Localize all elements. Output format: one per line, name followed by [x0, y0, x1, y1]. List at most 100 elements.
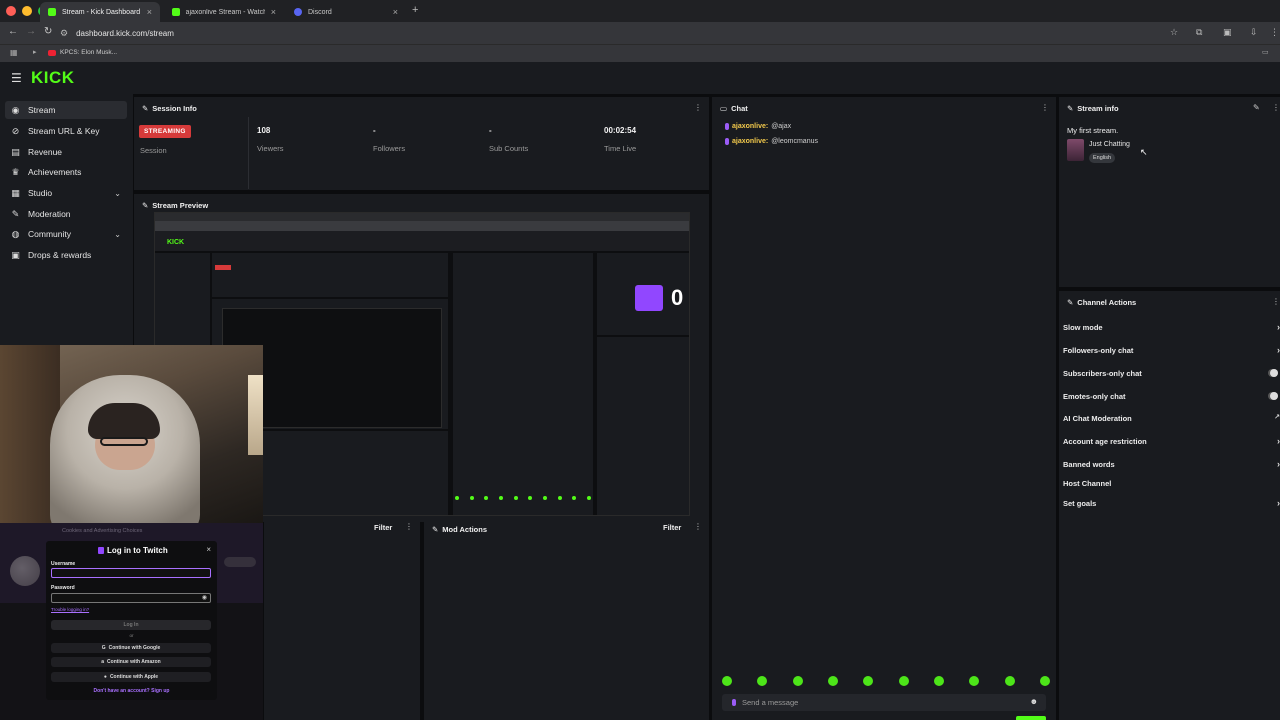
chat-badge-icon	[732, 699, 736, 706]
browser-tab-discord[interactable]: Discord ×	[286, 2, 406, 22]
chat-bubble-icon: ▭	[720, 104, 728, 113]
streamer-hair	[88, 403, 160, 439]
moderator-badge-icon	[725, 123, 729, 130]
login-button[interactable]: Log In	[51, 620, 211, 630]
emote-icon[interactable]	[898, 676, 909, 686]
kebab-menu-icon[interactable]: ⋮	[694, 103, 702, 112]
emoji-picker-icon[interactable]: ☻	[1030, 697, 1038, 706]
globe-icon: ◍	[11, 228, 20, 239]
slow-mode-item[interactable]: Slow mode ›	[1063, 322, 1280, 332]
preview-session	[212, 253, 448, 297]
sidebar-item-revenue[interactable]: ▤ Revenue	[5, 143, 127, 161]
streaming-status-badge: STREAMING	[139, 125, 191, 138]
minimize-window-icon[interactable]	[22, 6, 32, 16]
emote-icon[interactable]	[1004, 676, 1015, 686]
new-tab-icon[interactable]: +	[412, 4, 418, 16]
bookmark-star-icon[interactable]: ☆	[1170, 27, 1178, 38]
emote-icon[interactable]	[969, 676, 980, 686]
host-channel-item[interactable]: Host Channel	[1063, 479, 1280, 488]
menu-icon[interactable]: ⋮	[1270, 27, 1279, 38]
site-info-icon[interactable]: ⚙	[60, 28, 68, 39]
preview-live-badge	[215, 265, 231, 270]
faint-button[interactable]	[224, 557, 256, 567]
sidebar-item-stream[interactable]: ◉ Stream	[5, 101, 127, 119]
emote-icon[interactable]	[933, 676, 944, 686]
sidebar-item-label: Moderation	[28, 209, 71, 219]
sidebar-item-studio[interactable]: ▦ Studio ⌄	[5, 184, 127, 202]
sidebar-item-community[interactable]: ◍ Community ⌄	[5, 225, 127, 243]
address-bar[interactable]: ⚙ dashboard.kick.com/stream	[60, 25, 1160, 41]
emotes-only-item[interactable]: Emotes-only chat	[1063, 392, 1280, 401]
kick-logo[interactable]: KICK	[31, 68, 75, 88]
kebab-menu-icon[interactable]: ⋮	[1272, 103, 1280, 112]
preview-kick-logo: KICK	[167, 239, 185, 246]
folder-icon[interactable]: ▭	[1262, 48, 1269, 56]
chat-input[interactable]: Send a message ☻	[722, 694, 1046, 711]
set-goals-item[interactable]: Set goals ›	[1063, 498, 1280, 508]
kebab-menu-icon[interactable]: ⋮	[405, 522, 413, 531]
sidebar-item-achievements[interactable]: ♛ Achievements	[5, 163, 127, 181]
browser-tab-ajaxonlive[interactable]: ajaxonlive Stream - Watch Li... ×	[164, 2, 284, 22]
extensions-icon[interactable]: ⧉	[1196, 27, 1202, 38]
edit-pencil-icon[interactable]: ✎	[1253, 103, 1260, 112]
subscribers-only-toggle[interactable]	[1268, 369, 1278, 377]
hamburger-menu-icon[interactable]: ☰	[11, 71, 22, 85]
sidebar-item-moderation[interactable]: ✎ Moderation	[5, 205, 127, 223]
bookmark-kpcs[interactable]: KPCS: Elon Musk...	[48, 49, 117, 56]
chat-message[interactable]: ajaxonlive: @ajax	[725, 123, 791, 130]
gift-icon: ▣	[11, 249, 20, 260]
apps-grid-icon[interactable]: ▦	[10, 48, 18, 57]
sidebar-item-stream-url-key[interactable]: ⊘ Stream URL & Key	[5, 122, 127, 140]
continue-apple-button[interactable]: ● Continue with Apple	[51, 672, 211, 682]
chat-message[interactable]: ajaxonlive: @leomcmanus	[725, 138, 818, 145]
chat-username[interactable]: ajaxonlive:	[732, 138, 768, 145]
emotes-only-toggle[interactable]	[1268, 392, 1278, 400]
forward-icon[interactable]: →	[26, 26, 36, 37]
followers-only-item[interactable]: Followers-only chat ›	[1063, 345, 1280, 355]
close-tab-icon[interactable]: ×	[271, 7, 276, 17]
filter-button[interactable]: Filter	[374, 523, 392, 532]
mod-actions-panel: ✎ Mod Actions	[424, 518, 709, 720]
stat-label: Time Live	[604, 144, 637, 153]
emote-icon[interactable]	[827, 676, 838, 686]
account-age-item[interactable]: Account age restriction ›	[1063, 436, 1280, 446]
emote-icon[interactable]	[792, 676, 803, 686]
sidebar-item-drops-rewards[interactable]: ▣ Drops & rewards	[5, 246, 127, 264]
mouse-cursor-icon: ↖	[1140, 147, 1148, 157]
download-icon[interactable]: ⇩	[1250, 27, 1258, 38]
browser-tab-kick-dashboard[interactable]: Stream - Kick Dashboard ×	[40, 2, 160, 22]
emote-icon[interactable]	[1039, 676, 1050, 686]
category-name[interactable]: Just Chatting	[1089, 141, 1130, 148]
banned-words-item[interactable]: Banned words ›	[1063, 459, 1280, 469]
emote-icon[interactable]	[757, 676, 768, 686]
reload-icon[interactable]: ↻	[44, 26, 52, 37]
ai-chat-moderation-item[interactable]: AI Chat Moderation ↗	[1063, 414, 1280, 423]
password-field[interactable]: ◉	[51, 593, 211, 603]
show-password-icon[interactable]: ◉	[202, 594, 207, 601]
close-tab-icon[interactable]: ×	[147, 7, 152, 17]
kebab-menu-icon[interactable]: ⋮	[694, 522, 702, 531]
signup-link[interactable]: Don't have an account? Sign up	[46, 688, 217, 694]
kebab-menu-icon[interactable]: ⋮	[1272, 297, 1280, 306]
kebab-menu-icon[interactable]: ⋮	[1041, 103, 1049, 112]
sidepanel-icon[interactable]: ▣	[1223, 27, 1232, 38]
back-icon[interactable]: ←	[8, 26, 18, 37]
emote-icon[interactable]	[722, 676, 732, 686]
trouble-logging-in-link[interactable]: Trouble logging in?	[51, 607, 89, 612]
bookmarks-bar: ▦ ▸ KPCS: Elon Musk... ▭	[0, 44, 1280, 62]
chat-username[interactable]: ajaxonlive:	[732, 123, 768, 130]
username-field[interactable]	[51, 568, 211, 578]
close-tab-icon[interactable]: ×	[393, 7, 398, 17]
chat-panel: ▭ Chat ⋮	[712, 97, 1056, 720]
subscribers-only-item[interactable]: Subscribers-only chat	[1063, 369, 1280, 378]
chevron-down-icon: ⌄	[114, 188, 121, 198]
close-window-icon[interactable]	[6, 6, 16, 16]
filter-button[interactable]: Filter	[663, 523, 681, 532]
close-icon[interactable]: ×	[206, 545, 211, 554]
send-button[interactable]	[1016, 716, 1046, 720]
action-label: Set goals	[1063, 499, 1097, 508]
continue-google-button[interactable]: G Continue with Google	[51, 643, 211, 653]
emote-icon[interactable]	[863, 676, 874, 686]
continue-amazon-button[interactable]: a Continue with Amazon	[51, 657, 211, 667]
external-link-icon: ↗	[1274, 414, 1280, 421]
